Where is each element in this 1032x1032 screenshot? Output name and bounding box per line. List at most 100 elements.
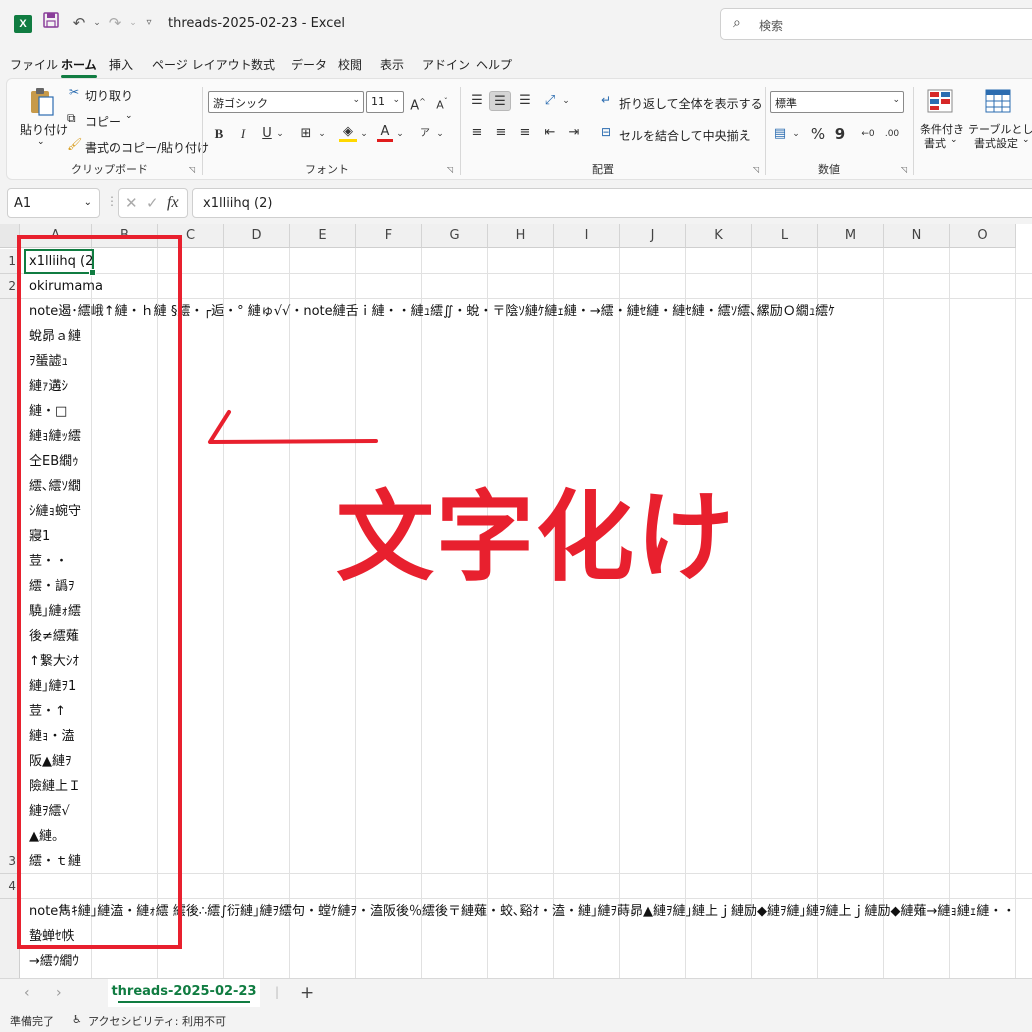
row-header-1[interactable]: 1	[0, 249, 20, 274]
decrease-indent-icon[interactable]: ⇤	[541, 123, 559, 143]
percent-button[interactable]: %	[809, 124, 827, 144]
tab-review[interactable]: 校閲	[338, 56, 362, 73]
currency-dropdown-icon[interactable]: ⌄	[791, 124, 801, 144]
increase-decimal-icon[interactable]: ←0	[859, 124, 877, 144]
column-header-m[interactable]: M	[818, 224, 884, 248]
table-format-icon[interactable]	[985, 89, 1011, 113]
column-header-b[interactable]: B	[92, 224, 158, 248]
align-middle-icon[interactable]: ☰	[489, 91, 511, 111]
fill-dropdown-icon[interactable]: ⌄	[359, 124, 369, 144]
cell-a3-line[interactable]: 險縺上Ｉ	[29, 774, 81, 799]
row-header-2[interactable]: 2	[0, 274, 20, 299]
tab-view[interactable]: 表示	[380, 56, 404, 73]
font-launcher-icon[interactable]: ◹	[447, 165, 453, 174]
tab-insert[interactable]: 挿入	[109, 56, 133, 73]
select-all-corner[interactable]	[0, 224, 20, 248]
font-name-select[interactable]: 游ゴシック ⌄	[208, 91, 364, 113]
cell-a3-line[interactable]: ｦ蜑譃ｭ	[29, 349, 68, 374]
save-icon[interactable]	[40, 12, 62, 34]
copy-dropdown-icon[interactable]: ⌄	[125, 111, 133, 121]
increase-indent-icon[interactable]: ⇥	[565, 123, 583, 143]
cell-a5-line[interactable]: →繧ｳ繝ｳ	[29, 949, 79, 974]
row-header-3[interactable]: 3	[0, 299, 20, 874]
column-header-e[interactable]: E	[290, 224, 356, 248]
orientation-dropdown-icon[interactable]: ⌄	[561, 91, 571, 111]
conditional-format-label-2[interactable]: 書式	[924, 135, 946, 151]
cell-a3-line[interactable]: 仝EB繝ｩ	[29, 449, 79, 474]
name-box[interactable]: A1 ⌄	[7, 188, 100, 218]
tab-help[interactable]: ヘルプ	[476, 56, 512, 73]
number-format-select[interactable]: 標準 ⌄	[770, 91, 904, 113]
font-color-icon[interactable]: A	[377, 122, 393, 142]
cell-a3-line[interactable]: 荳・↑	[29, 699, 66, 724]
sheet-tab-threads[interactable]: threads-2025-02-23	[108, 979, 260, 1007]
tab-data[interactable]: データ	[291, 56, 327, 73]
cell-a3-line[interactable]: 縺｣縺ｦ1	[29, 674, 76, 699]
conditional-format-icon[interactable]	[927, 89, 953, 113]
align-right-icon[interactable]: ≡	[515, 123, 535, 143]
cell-a3-line[interactable]: ｼ縺ｮ蜿守	[29, 499, 81, 524]
prev-sheet-icon[interactable]: ‹	[24, 985, 30, 1001]
formula-bar-handle-icon[interactable]: ⋮	[106, 194, 118, 208]
column-header-l[interactable]: L	[752, 224, 818, 248]
cell-a3-line[interactable]: 繧､繧ｿ繝	[29, 474, 81, 499]
table-dropdown-icon[interactable]: ⌄	[1022, 135, 1030, 145]
formula-input[interactable]: x1lliihq (2)	[192, 188, 1032, 218]
font-size-select[interactable]: 11 ⌄	[366, 91, 404, 113]
column-header-d[interactable]: D	[224, 224, 290, 248]
cell-a3-line[interactable]: 繧・譌ｦ	[29, 574, 75, 599]
next-sheet-icon[interactable]: ›	[56, 985, 62, 1001]
insert-function-icon[interactable]: fx	[167, 194, 179, 212]
cell-a5-line[interactable]: 蟄蝉ｾ帙	[29, 924, 75, 949]
underline-button[interactable]: U	[259, 124, 275, 144]
paste-button[interactable]: 貼り付け	[20, 121, 68, 138]
column-header-g[interactable]: G	[422, 224, 488, 248]
column-header-h[interactable]: H	[488, 224, 554, 248]
copy-button[interactable]: コピー	[85, 113, 121, 130]
borders-dropdown-icon[interactable]: ⌄	[317, 124, 327, 144]
currency-icon[interactable]: ▤	[771, 124, 789, 144]
cell-a2[interactable]: okirumama	[29, 274, 103, 299]
cell-a3-line[interactable]: ▲縺。	[29, 824, 65, 849]
table-format-label-2[interactable]: 書式設定	[974, 135, 1018, 151]
number-launcher-icon[interactable]: ◹	[901, 165, 907, 174]
wrap-text-button[interactable]: 折り返して全体を表示する	[619, 95, 763, 112]
merge-dropdown-icon[interactable]: ⌄	[741, 125, 749, 135]
align-top-icon[interactable]: ☰	[467, 91, 487, 111]
column-header-k[interactable]: K	[686, 224, 752, 248]
tab-addins[interactable]: アドイン	[422, 56, 470, 73]
underline-dropdown-icon[interactable]: ⌄	[275, 124, 285, 144]
row-header-4[interactable]: 4	[0, 874, 20, 899]
increase-font-icon[interactable]: A^	[409, 92, 427, 113]
column-header-f[interactable]: F	[356, 224, 422, 248]
tab-home[interactable]: ホーム	[61, 56, 97, 78]
cell-a3[interactable]: note遏･繧峨↑縺・ｈ縺 §繧・┌逅・° 縺ゅ√√・note縺舌ｉ縺・・縺ｭ繧…	[29, 299, 835, 324]
cell-a3-line[interactable]: ↑繋大ｼｵ	[29, 649, 79, 674]
column-header-c[interactable]: C	[158, 224, 224, 248]
decrease-decimal-icon[interactable]: .00	[883, 124, 901, 144]
alignment-launcher-icon[interactable]: ◹	[753, 165, 759, 174]
align-bottom-icon[interactable]: ☰	[515, 91, 535, 111]
merge-center-button[interactable]: セルを結合して中央揃え	[619, 127, 751, 144]
cell-a3-line[interactable]: 後≠繧薙	[29, 624, 79, 649]
paste-icon[interactable]	[29, 87, 55, 117]
cell-a3-line[interactable]: 縺ｧ遘ｼ	[29, 374, 68, 399]
column-header-o[interactable]: O	[950, 224, 1016, 248]
cell-a5[interactable]: note雋ｷ縺｣縺溘・縺ｫ繧 繧後∴繧∫衍縺｣縺ｦ繧句・螳ｹ縺ｦ・溘阪後％繧後〒…	[29, 899, 1015, 924]
cell-a3-line[interactable]: 驍｣縺ｫ繧	[29, 599, 81, 624]
search-box[interactable]: ⌕ 検索	[720, 8, 1032, 40]
cell-a3-line[interactable]: 縺ｮ縺ｯ繧	[29, 424, 81, 449]
italic-button[interactable]: I	[235, 124, 251, 144]
cut-button[interactable]: 切り取り	[85, 87, 133, 104]
tab-formulas[interactable]: 数式	[251, 56, 275, 73]
orientation-icon[interactable]: ⤢	[541, 91, 559, 111]
cell-a3-line[interactable]: 縺ｦ繧√	[29, 799, 70, 824]
align-center-icon[interactable]: ≡	[491, 123, 511, 143]
phonetic-icon[interactable]: ア	[417, 124, 433, 144]
phonetic-dropdown-icon[interactable]: ⌄	[435, 124, 445, 144]
cancel-icon[interactable]: ✕	[125, 194, 138, 212]
cell-a3-line[interactable]: 阪▲縺ｦ	[29, 749, 72, 774]
align-left-icon[interactable]: ≡	[467, 123, 487, 143]
cell-a3-line[interactable]: 繧・ｔ縺	[29, 849, 81, 874]
font-color-dropdown-icon[interactable]: ⌄	[395, 124, 405, 144]
